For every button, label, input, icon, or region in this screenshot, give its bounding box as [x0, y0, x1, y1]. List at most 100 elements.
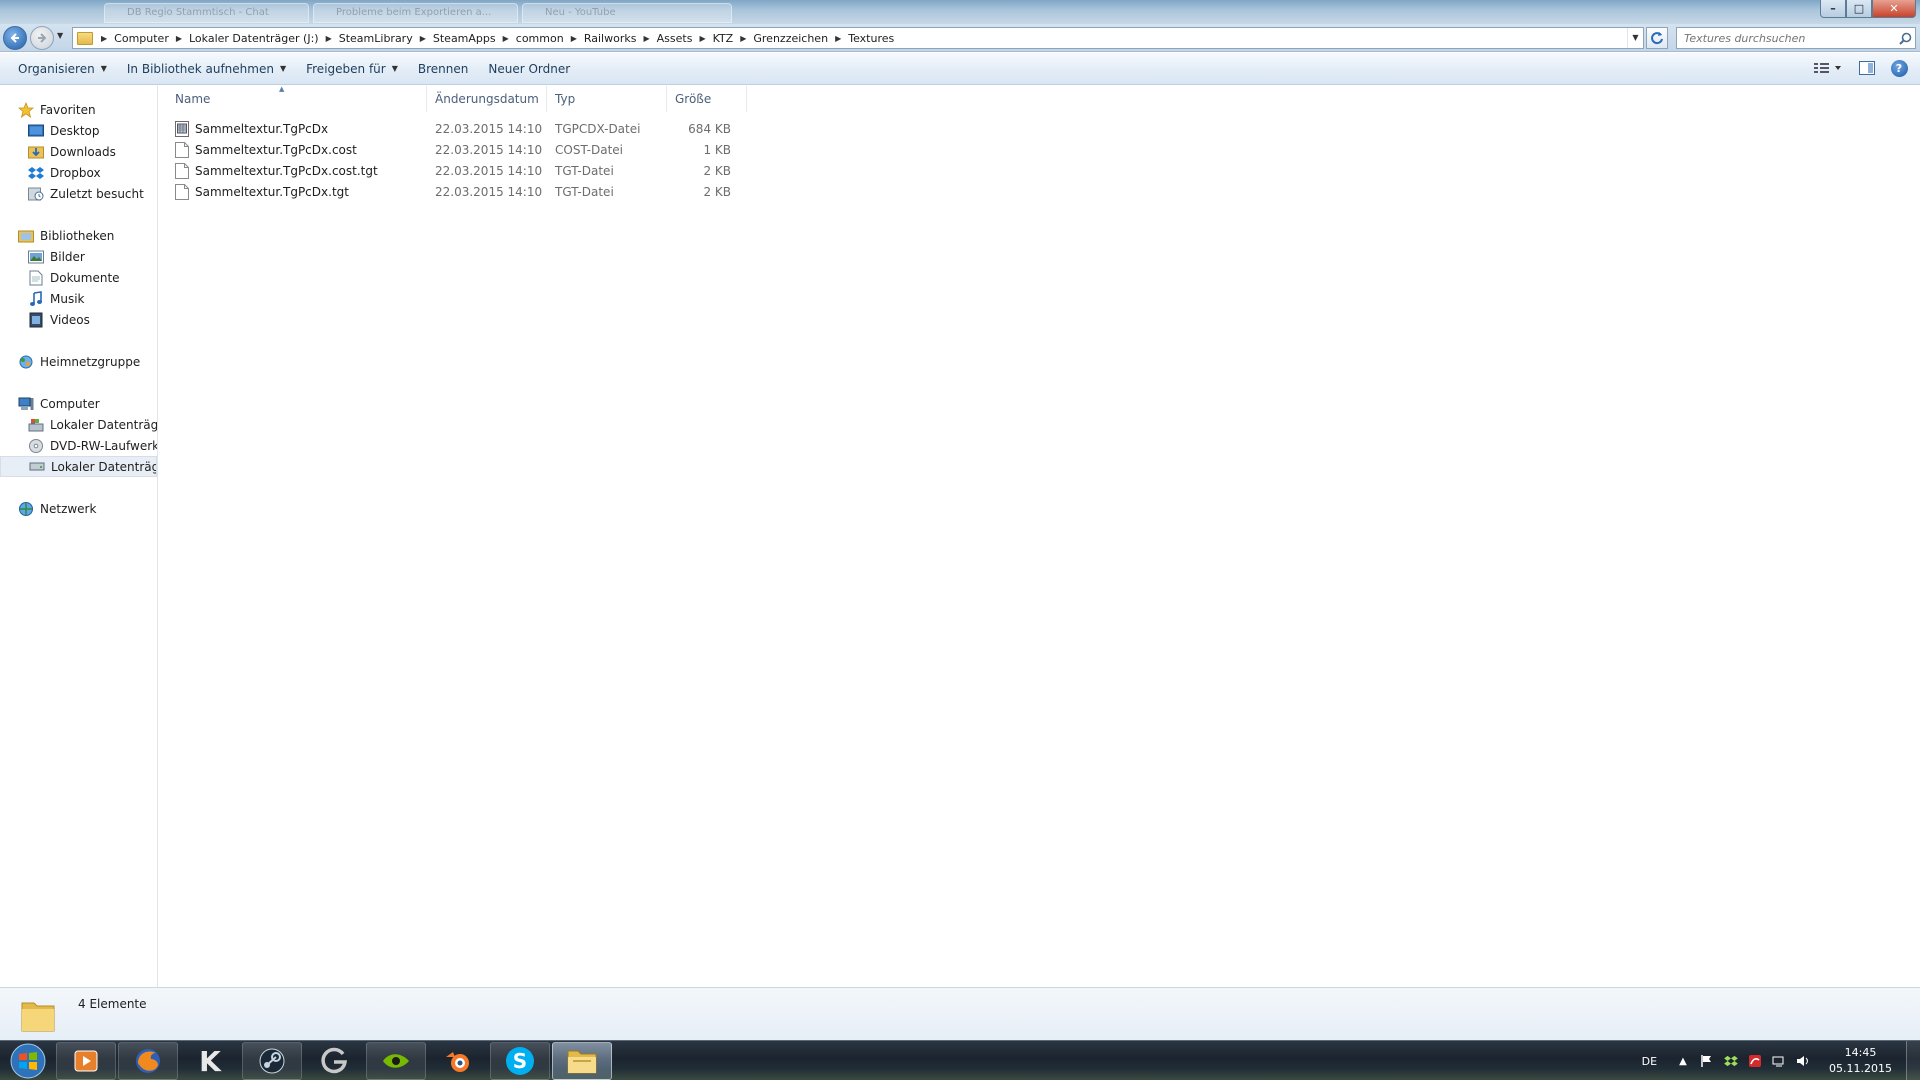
column-name[interactable]: ▲ Name: [167, 85, 427, 112]
chevron-right-icon[interactable]: ▶: [416, 34, 430, 43]
organize-menu[interactable]: Organisieren ▼: [8, 57, 117, 81]
volume-icon[interactable]: [1795, 1053, 1811, 1069]
address-history-dropdown[interactable]: ▼: [1627, 28, 1643, 48]
burn-button[interactable]: Brennen: [408, 57, 478, 81]
taskbar-blender[interactable]: [428, 1042, 488, 1080]
column-type[interactable]: Typ: [547, 86, 667, 112]
nav-recent[interactable]: Zuletzt besucht: [0, 183, 157, 204]
file-row[interactable]: Sammeltextur.TgPcDx.cost.tgt 22.03.2015 …: [167, 160, 737, 181]
chevron-right-icon[interactable]: ▶: [831, 34, 845, 43]
antivirus-icon[interactable]: [1747, 1053, 1763, 1069]
taskbar-skype[interactable]: S: [490, 1042, 550, 1080]
crumb-drive-j[interactable]: Lokaler Datenträger (J:): [186, 32, 322, 45]
dropbox-icon: [28, 165, 44, 181]
chevron-right-icon[interactable]: ▶: [322, 34, 336, 43]
chevron-right-icon[interactable]: ▶: [172, 34, 186, 43]
navigation-pane: Favoriten Desktop Downloads Dropbox Zule…: [0, 86, 158, 987]
nav-drive-c[interactable]: Lokaler Datenträger: [0, 414, 157, 435]
nav-favorites-label: Favoriten: [40, 102, 96, 117]
preview-pane-button[interactable]: [1856, 57, 1878, 79]
file-size: 2 KB: [703, 163, 731, 178]
forward-button[interactable]: [30, 26, 54, 50]
chevron-right-icon[interactable]: ▶: [97, 34, 111, 43]
start-button[interactable]: [6, 1043, 50, 1079]
refresh-button[interactable]: [1646, 27, 1668, 49]
nav-dropbox[interactable]: Dropbox: [0, 162, 157, 183]
nav-desktop[interactable]: Desktop: [0, 120, 157, 141]
taskbar-media-player[interactable]: [56, 1042, 116, 1080]
clock[interactable]: 14:45 05.11.2015: [1829, 1045, 1892, 1077]
column-size[interactable]: Größe: [667, 86, 747, 112]
crumb-computer[interactable]: Computer: [111, 32, 172, 45]
dropbox-tray-icon[interactable]: [1723, 1053, 1739, 1069]
background-tab-1: DB Regio Stammtisch - Chat: [104, 3, 309, 23]
file-name: Sammeltextur.TgPcDx.cost.tgt: [195, 163, 378, 178]
nav-network[interactable]: Netzwerk: [0, 498, 157, 519]
search-icon[interactable]: [1895, 32, 1915, 45]
recent-pages-dropdown[interactable]: ▼: [57, 31, 63, 40]
crumb-common[interactable]: common: [513, 32, 567, 45]
crumb-railworks[interactable]: Railworks: [581, 32, 640, 45]
nav-documents[interactable]: Dokumente: [0, 267, 157, 288]
background-tab-3: Neu - YouTube: [522, 3, 732, 23]
nav-videos[interactable]: Videos: [0, 309, 157, 330]
nav-libraries-label: Bibliotheken: [40, 228, 115, 243]
documents-icon: [28, 270, 44, 286]
new-folder-button[interactable]: Neuer Ordner: [478, 57, 580, 81]
show-desktop-button[interactable]: [1906, 1041, 1920, 1080]
column-date[interactable]: Änderungsdatum: [427, 86, 547, 112]
taskbar-k-app[interactable]: K: [180, 1042, 240, 1080]
language-indicator[interactable]: DE: [1642, 1055, 1657, 1068]
chevron-right-icon[interactable]: ▶: [639, 34, 653, 43]
nav-drive-c-label: Lokaler Datenträger: [50, 417, 157, 432]
file-type: TGT-Datei: [555, 163, 614, 178]
recent-places-icon: [28, 186, 44, 202]
nav-music[interactable]: Musik: [0, 288, 157, 309]
show-hidden-icons-icon[interactable]: ▲: [1675, 1053, 1691, 1069]
taskbar-firefox[interactable]: [118, 1042, 178, 1080]
crumb-steamapps[interactable]: SteamApps: [430, 32, 499, 45]
nav-drive-j[interactable]: Lokaler Datenträger: [0, 456, 157, 477]
share-with-menu[interactable]: Freigeben für ▼: [296, 57, 408, 81]
chevron-right-icon[interactable]: ▶: [695, 34, 709, 43]
include-in-library-menu[interactable]: In Bibliothek aufnehmen ▼: [117, 57, 296, 81]
nav-pictures[interactable]: Bilder: [0, 246, 157, 267]
close-button[interactable]: ✕: [1872, 0, 1916, 18]
search-input[interactable]: [1677, 29, 1895, 47]
nav-computer[interactable]: Computer: [0, 393, 157, 414]
chevron-right-icon[interactable]: ▶: [499, 34, 513, 43]
system-tray: DE ▲ 14:45 05.11.2015: [1642, 1041, 1920, 1080]
nav-downloads[interactable]: Downloads: [0, 141, 157, 162]
nav-libraries[interactable]: Bibliotheken: [0, 225, 157, 246]
nav-dvd-drive[interactable]: DVD-RW-Laufwerk (: [0, 435, 157, 456]
network-status-icon[interactable]: [1771, 1053, 1787, 1069]
address-bar[interactable]: ▶ Computer ▶ Lokaler Datenträger (J:) ▶ St…: [72, 27, 1644, 49]
help-button[interactable]: ?: [1888, 57, 1910, 79]
nav-music-label: Musik: [50, 291, 85, 306]
folder-icon: [21, 1002, 55, 1032]
file-row[interactable]: Sammeltextur.TgPcDx.tgt 22.03.2015 14:10…: [167, 181, 737, 202]
taskbar-nvidia[interactable]: [366, 1042, 426, 1080]
crumb-steamlibrary[interactable]: SteamLibrary: [336, 32, 416, 45]
file-row[interactable]: Sammeltextur.TgPcDx.cost 22.03.2015 14:1…: [167, 139, 737, 160]
taskbar-logitech[interactable]: [304, 1042, 364, 1080]
chevron-right-icon[interactable]: ▶: [567, 34, 581, 43]
minimize-button[interactable]: –: [1820, 0, 1846, 18]
chevron-right-icon[interactable]: ▶: [736, 34, 750, 43]
crumb-ktz[interactable]: KTZ: [710, 32, 737, 45]
file-row[interactable]: Sammeltextur.TgPcDx 22.03.2015 14:10 TGP…: [167, 118, 737, 139]
column-headers: ▲ Name Änderungsdatum Typ Größe: [167, 85, 747, 112]
crumb-grenzzeichen[interactable]: Grenzzeichen: [750, 32, 831, 45]
view-controls: ?: [1810, 57, 1910, 79]
crumb-assets[interactable]: Assets: [654, 32, 696, 45]
change-view-button[interactable]: [1810, 57, 1846, 79]
taskbar-steam[interactable]: [242, 1042, 302, 1080]
action-center-flag-icon[interactable]: [1699, 1053, 1715, 1069]
clock-date: 05.11.2015: [1829, 1062, 1892, 1075]
crumb-textures[interactable]: Textures: [845, 32, 897, 45]
taskbar-explorer[interactable]: [552, 1042, 612, 1080]
nav-favorites[interactable]: Favoriten: [0, 99, 157, 120]
back-button[interactable]: [3, 26, 27, 50]
maximize-button[interactable]: □: [1846, 0, 1872, 18]
nav-homegroup[interactable]: Heimnetzgruppe: [0, 351, 157, 372]
